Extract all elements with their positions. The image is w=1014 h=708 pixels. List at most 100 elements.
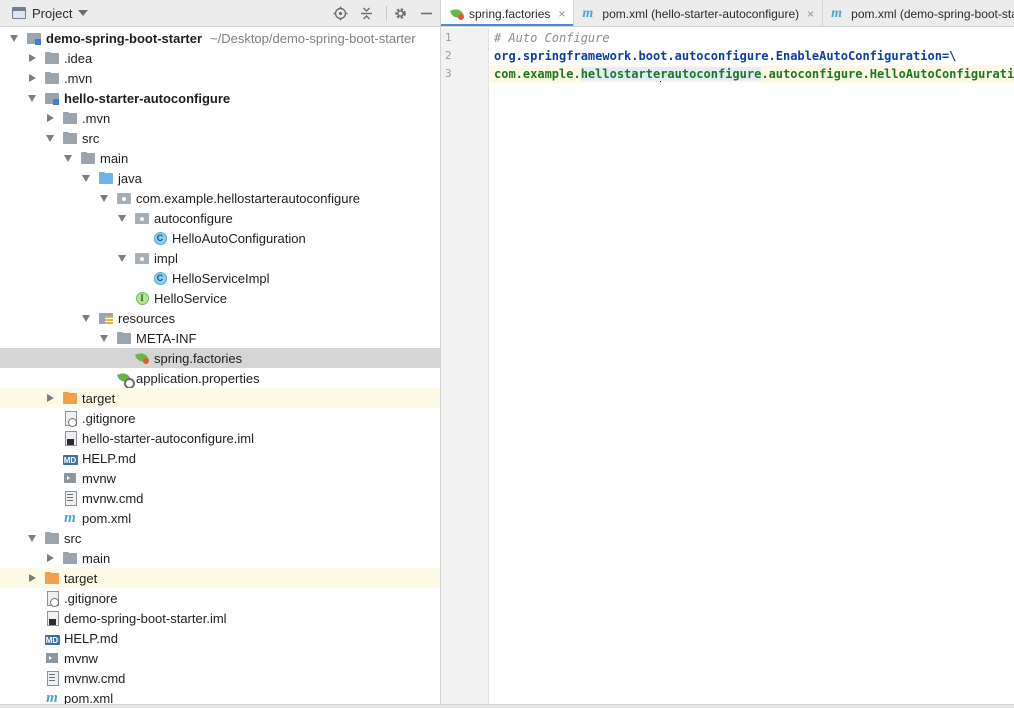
- collapse-all-icon[interactable]: [358, 5, 375, 22]
- shell-script-icon: [62, 470, 78, 486]
- chevron-down-icon[interactable]: [78, 10, 89, 16]
- markdown-glyph: MD: [62, 455, 78, 465]
- tree-row[interactable]: demo-spring-boot-starter ~/Desktop/demo-s…: [0, 28, 440, 48]
- maven-pom-icon: m: [582, 6, 598, 22]
- tree-item-label: hello-starter-autoconfigure.iml: [82, 430, 254, 446]
- tab-label: spring.factories: [469, 6, 551, 21]
- tree-row[interactable]: target: [0, 388, 440, 408]
- resources-folder-icon: [98, 310, 114, 326]
- tree-row[interactable]: .mvn: [0, 108, 440, 128]
- hide-panel-icon[interactable]: [418, 5, 435, 22]
- project-tool-window: Project demo-spring-boot-starter ~/Deskto…: [0, 0, 441, 708]
- tree-row[interactable]: resources: [0, 308, 440, 328]
- tree-row[interactable]: spring.factories: [0, 348, 440, 368]
- tree-row[interactable]: autoconfigure: [0, 208, 440, 228]
- tree-row[interactable]: java: [0, 168, 440, 188]
- tree-item-label: .gitignore: [64, 590, 118, 606]
- spring-factories-icon: [134, 350, 150, 366]
- code-line-2[interactable]: org.springframework.boot.autoconfigure.E…: [494, 47, 956, 65]
- tree-row[interactable]: main: [0, 548, 440, 568]
- tree-row[interactable]: target: [0, 568, 440, 588]
- expand-arrow-open-icon[interactable]: [116, 208, 128, 228]
- tree-row[interactable]: I HelloService: [0, 288, 440, 308]
- tree-row[interactable]: mvnw: [0, 648, 440, 668]
- folder-icon: [44, 530, 60, 546]
- cmd-file-icon: [44, 670, 60, 686]
- expand-arrow-open-icon[interactable]: [80, 168, 92, 188]
- markdown-file-icon: MD: [44, 630, 60, 646]
- tree-row[interactable]: impl: [0, 248, 440, 268]
- expand-arrow-closed-icon[interactable]: [26, 68, 38, 88]
- line-number-gutter: 1 2 3: [441, 28, 489, 708]
- close-icon[interactable]: ×: [807, 7, 814, 21]
- code-line-3[interactable]: com.example.hellostarterautoconfigure.au…: [490, 65, 1014, 83]
- tree-row[interactable]: main: [0, 148, 440, 168]
- expand-arrow-open-icon[interactable]: [62, 148, 74, 168]
- tree-item-label: demo-spring-boot-starter: [46, 30, 202, 46]
- header-divider: [386, 6, 387, 21]
- expand-arrow-closed-icon[interactable]: [26, 568, 38, 588]
- tree-row[interactable]: .gitignore: [0, 588, 440, 608]
- tree-row[interactable]: application.properties: [0, 368, 440, 389]
- tree-row[interactable]: com.example.hellostarterautoconfigure: [0, 188, 440, 208]
- tree-row[interactable]: C HelloAutoConfiguration: [0, 228, 440, 248]
- tree-row[interactable]: demo-spring-boot-starter.iml: [0, 608, 440, 628]
- interface-icon: I: [134, 290, 150, 306]
- tree-item-label: target: [64, 570, 98, 586]
- tree-row[interactable]: src: [0, 528, 440, 548]
- tree-row[interactable]: hello-starter-autoconfigure: [0, 88, 440, 108]
- source-folder-icon: [98, 170, 114, 186]
- code-line-1[interactable]: # Auto Configure: [494, 29, 610, 47]
- expand-arrow-open-icon[interactable]: [26, 528, 38, 548]
- tree-item-label: spring.factories: [154, 350, 243, 366]
- expand-arrow-open-icon[interactable]: [98, 188, 110, 208]
- folder-icon: [62, 130, 78, 146]
- tree-row[interactable]: hello-starter-autoconfigure.iml: [0, 428, 440, 448]
- tree-row[interactable]: mvnw: [0, 468, 440, 488]
- tree-row[interactable]: .idea: [0, 48, 440, 68]
- tree-item-label: HELP.md: [82, 450, 136, 466]
- tree-row[interactable]: .gitignore: [0, 408, 440, 428]
- tree-row[interactable]: src: [0, 128, 440, 148]
- expand-arrow-closed-icon[interactable]: [44, 388, 56, 408]
- expand-arrow-closed-icon[interactable]: [26, 48, 38, 68]
- property-value-token: com.example.: [494, 67, 581, 81]
- editor-tab[interactable]: m pom.xml (demo-spring-boot-starter): [823, 0, 1014, 26]
- expand-arrow-open-icon[interactable]: [44, 128, 56, 148]
- module-icon: [44, 90, 60, 106]
- expand-arrow-closed-icon[interactable]: [44, 108, 56, 128]
- expand-arrow-open-icon[interactable]: [116, 248, 128, 268]
- tree-item-label: pom.xml: [82, 510, 132, 526]
- folder-icon: [62, 110, 78, 126]
- editor-tab-active[interactable]: spring.factories ×: [441, 0, 575, 26]
- gear-icon[interactable]: [392, 5, 409, 22]
- expand-arrow-closed-icon[interactable]: [44, 548, 56, 568]
- expand-arrow-open-icon[interactable]: [26, 88, 38, 108]
- tree-row[interactable]: mvnw.cmd: [0, 488, 440, 508]
- tree-row[interactable]: .mvn: [0, 68, 440, 88]
- line-number: 1: [445, 31, 452, 44]
- tree-row[interactable]: m pom.xml: [0, 508, 440, 528]
- close-icon[interactable]: ×: [558, 7, 565, 21]
- maven-glyph: m: [64, 510, 76, 526]
- tree-item-label: HELP.md: [64, 630, 118, 646]
- tree-item-label: resources: [118, 310, 176, 326]
- tree-row[interactable]: MD HELP.md: [0, 448, 440, 468]
- expand-arrow-open-icon[interactable]: [98, 328, 110, 348]
- tree-item-label: .mvn: [64, 70, 93, 86]
- tree-row[interactable]: MD HELP.md: [0, 628, 440, 648]
- comment-token: # Auto Configure: [494, 31, 610, 45]
- highlighted-word: hellostarte: [580, 67, 661, 81]
- property-value-token: .autoconfigure.HelloAutoConfiguration: [761, 67, 1014, 81]
- tree-row[interactable]: mvnw.cmd: [0, 668, 440, 688]
- code-area[interactable]: # Auto Configure org.springframework.boo…: [490, 28, 1014, 708]
- expand-arrow-open-icon[interactable]: [80, 308, 92, 328]
- tree-row[interactable]: C HelloServiceImpl: [0, 268, 440, 288]
- tree-row[interactable]: META-INF: [0, 328, 440, 348]
- editor-tab[interactable]: m pom.xml (hello-starter-autoconfigure) ×: [574, 0, 824, 26]
- locate-file-icon[interactable]: [332, 5, 349, 22]
- gitignore-file-icon: [44, 590, 60, 607]
- iml-file-icon: [62, 430, 78, 446]
- expand-arrow-open-icon[interactable]: [8, 28, 20, 48]
- project-view-selector[interactable]: Project: [32, 6, 72, 21]
